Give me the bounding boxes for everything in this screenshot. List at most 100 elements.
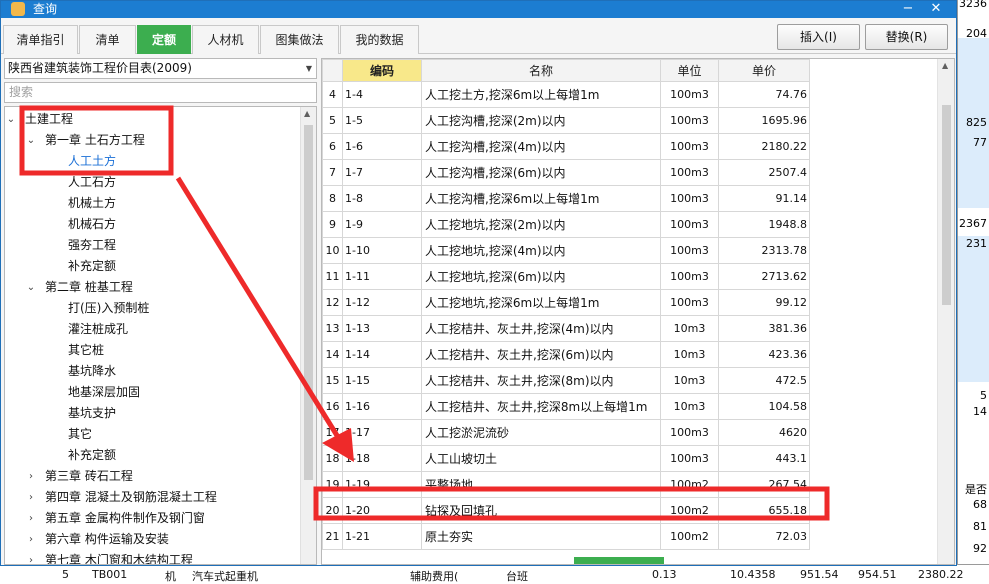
bg-cell: 204 [966,27,987,40]
cell-name: 人工挖桔井、灰土井,挖深8m以上每增1m [421,393,661,420]
background-selection [958,236,989,382]
table-row[interactable]: 10 1-10 人工挖地坑,挖深(4m)以内 100m3 2313.78 [322,237,810,264]
column-header-code[interactable]: 编码 [342,59,422,82]
tree-item-label: 第七章 木门窗和木结构工程 [45,553,193,565]
table-row[interactable]: 14 1-14 人工挖桔井、灰土井,挖深(6m)以内 10m3 423.36 [322,341,810,368]
chevron-right-icon[interactable]: › [26,550,36,564]
row-number: 12 [322,289,343,316]
tree-item[interactable]: 基坑降水 [50,361,116,382]
tree-item[interactable]: 机械石方 [50,214,116,235]
column-header-unit[interactable]: 单位 [660,59,719,82]
row-number: 17 [322,419,343,446]
tree-item[interactable]: 人工石方 [50,172,116,193]
table-row[interactable]: 21 1-21 原土夯实 100m2 72.03 [322,523,810,550]
tree-item[interactable]: 其它桩 [50,340,104,361]
tree-item[interactable]: ⌄ 土建工程 [7,109,73,130]
column-header-name[interactable]: 名称 [421,59,661,82]
table-row[interactable]: 12 1-12 人工挖地坑,挖深6m以上每增1m 100m3 99.12 [322,289,810,316]
tree-item[interactable]: › 第六章 构件运输及安装 [29,529,169,550]
tree-item[interactable]: 人工土方 [50,151,116,172]
column-header-price[interactable]: 单价 [718,59,810,82]
table-row[interactable]: 18 1-18 人工山坡切土 100m3 443.1 [322,445,810,472]
tree-item[interactable]: ⌄ 第一章 土石方工程 [27,130,145,151]
tree-item-label: 补充定额 [68,259,117,273]
bg-cell: 92 [973,542,987,555]
tree-item[interactable]: 强夯工程 [50,235,116,256]
insert-button[interactable]: 插入(I) [777,24,860,50]
scroll-up-icon[interactable]: ▲ [942,61,948,70]
table-row[interactable]: 17 1-17 人工挖淤泥流砂 100m3 4620 [322,419,810,446]
tree-item[interactable]: › 第五章 金属构件制作及钢门窗 [29,508,205,529]
tree-item[interactable]: 基坑支护 [50,403,116,424]
chevron-right-icon[interactable]: › [26,529,36,550]
table-row[interactable]: 6 1-6 人工挖沟槽,挖深(4m)以内 100m3 2180.22 [322,133,810,160]
tree-scroll-thumb[interactable] [304,125,313,480]
cell-code: 1-9 [342,211,422,238]
tree-item[interactable]: 灌注桩成孔 [50,319,128,340]
grid-scrollbar[interactable]: ▲ [937,59,954,564]
minimize-icon[interactable]: − [895,1,921,18]
tree-item[interactable]: 补充定额 [50,256,116,277]
cell-name: 人工挖地坑,挖深(2m)以内 [421,211,661,238]
table-row[interactable]: 7 1-7 人工挖沟槽,挖深(6m)以内 100m3 2507.4 [322,159,810,186]
cell-price: 2507.4 [718,159,810,186]
bg-cell: 3236 [959,0,987,10]
tree-item[interactable]: ⌄ 第二章 桩基工程 [27,277,133,298]
tab-my-data[interactable]: 我的数据 [340,25,419,54]
table-row[interactable]: 16 1-16 人工挖桔井、灰土井,挖深8m以上每增1m 10m3 104.58 [322,393,810,420]
collapse-handle[interactable] [574,557,664,564]
tab-labor-material-machine[interactable]: 人材机 [192,25,259,54]
table-row[interactable]: 9 1-9 人工挖地坑,挖深(2m)以内 100m3 1948.8 [322,211,810,238]
tree-item[interactable]: 打(压)入预制桩 [50,298,149,319]
tab-bill[interactable]: 清单 [79,25,136,54]
chevron-down-icon[interactable]: ⌄ [6,109,16,130]
search-input[interactable]: 搜索 [4,82,317,103]
cell-name: 人工挖土方,挖深6m以上每增1m [421,81,661,108]
background-spreadsheet: 3236 204 825 77 2367 231 5 14 是否 68 81 9… [957,0,989,584]
cell-price: 267.54 [718,471,810,498]
tree-item-label: 第一章 土石方工程 [45,133,145,147]
chevron-down-icon[interactable]: ⌄ [26,277,36,298]
tree-item-label: 补充定额 [68,448,117,462]
chevron-right-icon[interactable]: › [26,508,36,529]
table-row[interactable]: 4 1-4 人工挖土方,挖深6m以上每增1m 100m3 74.76 [322,81,810,108]
library-select[interactable]: 陕西省建筑装饰工程价目表(2009) ▼ [4,58,317,79]
row-number: 19 [322,471,343,498]
table-row[interactable]: 5 1-5 人工挖沟槽,挖深(2m)以内 100m3 1695.96 [322,107,810,134]
bg-cell: 951.54 [800,568,839,581]
table-row[interactable]: 8 1-8 人工挖沟槽,挖深6m以上每增1m 100m3 91.14 [322,185,810,212]
cell-price: 2713.62 [718,263,810,290]
library-select-value: 陕西省建筑装饰工程价目表(2009) [8,61,192,75]
table-row[interactable]: 19 1-19 平整场地 100m2 267.54 [322,471,810,498]
table-row[interactable]: 11 1-11 人工挖地坑,挖深(6m)以内 100m3 2713.62 [322,263,810,290]
tree-item[interactable]: 机械土方 [50,193,116,214]
grid-scroll-thumb[interactable] [942,105,951,305]
tree-item[interactable]: 补充定额 [50,445,116,466]
table-row[interactable]: 13 1-13 人工挖桔井、灰土井,挖深(4m)以内 10m3 381.36 [322,315,810,342]
tab-atlas-method[interactable]: 图集做法 [260,25,339,54]
tree-item[interactable]: 其它 [50,424,92,445]
row-number: 18 [322,445,343,472]
row-number: 20 [322,497,343,524]
chevron-down-icon[interactable]: ⌄ [26,130,36,151]
cell-price: 472.5 [718,367,810,394]
quota-grid: 编码 名称 单位 单价 4 1-4 人工挖土方,挖深6m以上每增1m 100m3 74.… [321,58,955,565]
table-row[interactable]: 20 1-20 钻探及回填孔 100m2 655.18 [322,497,810,524]
tree-item[interactable]: › 第四章 混凝土及钢筋混凝土工程 [29,487,217,508]
tab-quota[interactable]: 定额 [137,25,191,54]
scroll-up-icon[interactable]: ▲ [304,109,310,118]
tree-item[interactable]: 地基深层加固 [50,382,140,403]
close-icon[interactable]: ✕ [923,1,949,18]
tree-item[interactable]: › 第七章 木门窗和木结构工程 [29,550,193,565]
tab-bill-guide[interactable]: 清单指引 [3,25,78,54]
table-row[interactable]: 15 1-15 人工挖桔井、灰土井,挖深(8m)以内 10m3 472.5 [322,367,810,394]
title-bar[interactable]: 查询 − ✕ [1,1,956,18]
tree-item-label: 人工土方 [68,154,117,168]
chevron-down-icon: ▼ [305,64,312,73]
chevron-right-icon[interactable]: › [26,466,36,487]
chevron-right-icon[interactable]: › [26,487,36,508]
tree-scrollbar[interactable]: ▲ [300,107,316,564]
cell-unit: 100m3 [660,211,719,238]
tree-item[interactable]: › 第三章 砖石工程 [29,466,133,487]
replace-button[interactable]: 替换(R) [865,24,948,50]
